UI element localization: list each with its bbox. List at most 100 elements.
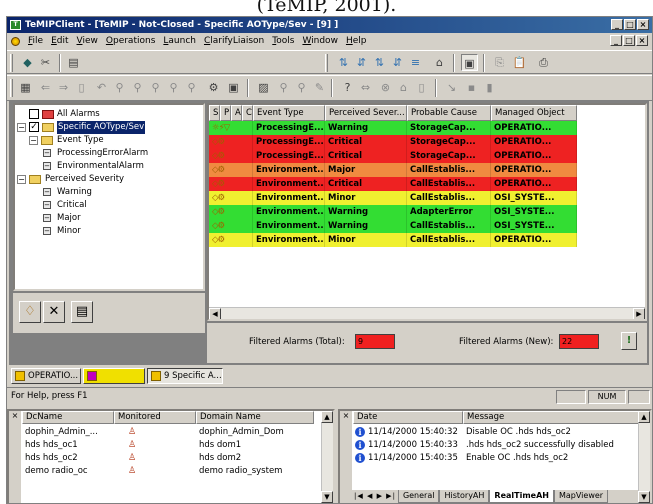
sort-icon-4[interactable]: ⇵: [389, 54, 406, 71]
collapse-icon[interactable]: −: [17, 123, 26, 132]
column-header[interactable]: Message: [463, 411, 639, 424]
alarm-row[interactable]: ◇⚙ Environment... Warning CallEstablis... OS…: [209, 219, 577, 233]
arrow-icon[interactable]: ↘: [443, 79, 460, 96]
scroll-down-icon[interactable]: ▼: [638, 491, 650, 503]
help-icon[interactable]: ?: [339, 79, 356, 96]
sort-icon-3[interactable]: ⇅: [371, 54, 388, 71]
doc-icon[interactable]: ▯: [413, 79, 430, 96]
mdi-minimize-button[interactable]: _: [610, 35, 622, 46]
home-icon[interactable]: ⌂: [395, 79, 412, 96]
scroll-up-icon[interactable]: ▲: [638, 411, 650, 423]
minimize-button[interactable]: _: [611, 19, 623, 30]
collapse-icon[interactable]: −: [17, 175, 26, 184]
image-icon[interactable]: ▨: [255, 79, 272, 96]
column-header[interactable]: Date: [353, 411, 463, 424]
tab-general[interactable]: General: [397, 490, 440, 503]
menu-window[interactable]: Window: [298, 34, 342, 48]
sort-icon-2[interactable]: ⇵: [353, 54, 370, 71]
tool-icon-7[interactable]: ⚲: [293, 79, 310, 96]
undo-icon[interactable]: ↶: [93, 79, 110, 96]
mdi-restore-button[interactable]: □: [623, 35, 635, 46]
menu-clarifyliaison[interactable]: ClarifyLiaison: [200, 34, 268, 48]
log-message-cell[interactable]: .hds hds_oc2 successfully disabled: [466, 439, 638, 452]
left-right-icon[interactable]: ⇔: [357, 79, 374, 96]
scroll-down-icon[interactable]: ▼: [321, 491, 333, 503]
tool-icon-4[interactable]: ⚲: [165, 79, 182, 96]
alarm-row[interactable]: ◇⚙ Environment... Critical CallEstablis... O…: [209, 177, 577, 191]
tree-checkbox[interactable]: [29, 109, 39, 119]
column-header[interactable]: Managed Object: [491, 105, 577, 121]
tool-icon-1[interactable]: ⚲: [111, 79, 128, 96]
menu-tools[interactable]: Tools: [268, 34, 298, 48]
delete-icon[interactable]: ✕: [43, 301, 65, 323]
column-header[interactable]: Probable Cause: [407, 105, 491, 121]
back-arrow-icon[interactable]: ⇐: [37, 79, 54, 96]
menu-operations[interactable]: Operations: [102, 34, 160, 48]
column-header[interactable]: DcName: [22, 411, 114, 424]
vertical-scrollbar[interactable]: ▲ ▼: [321, 411, 333, 503]
vertical-scrollbar[interactable]: ▲ ▼: [638, 411, 650, 503]
alarm-filter-icon[interactable]: ♢: [19, 301, 41, 323]
forward-arrow-icon[interactable]: ⇒: [55, 79, 72, 96]
toolbar-grip[interactable]: [10, 54, 13, 72]
cut-icon[interactable]: ✂: [37, 54, 54, 71]
stop-icon[interactable]: ⊗: [377, 79, 394, 96]
domain-name-cell[interactable]: demo radio_system: [199, 465, 311, 478]
task-highlighted[interactable]: [83, 368, 145, 384]
log-message-cell[interactable]: Enable OC .hds hds_oc2: [466, 452, 638, 465]
task-specific[interactable]: 9 Specific A...: [147, 368, 223, 384]
last-icon[interactable]: ▮: [481, 79, 498, 96]
tool-icon-3[interactable]: ⚲: [147, 79, 164, 96]
tool-icon-2[interactable]: ⚲: [129, 79, 146, 96]
toolbar-grip[interactable]: [325, 54, 328, 72]
domain-name-cell[interactable]: hds dom2: [199, 452, 311, 465]
print-icon[interactable]: ⎙: [535, 54, 552, 71]
tab-historyah[interactable]: HistoryAH: [439, 490, 490, 503]
alarm-row[interactable]: ◇⚙ Environment... Major CallEstablis... OPER…: [209, 163, 577, 177]
window-icon[interactable]: ▣: [461, 54, 478, 71]
tab-mapviewer[interactable]: MapViewer: [554, 490, 609, 503]
save-icon[interactable]: ▪: [463, 79, 480, 96]
column-header[interactable]: P: [220, 105, 231, 121]
sort-icon-1[interactable]: ⇅: [335, 54, 352, 71]
alarm-row[interactable]: ☼⚡▽ ProcessingE... Warning StorageCap... OPE…: [209, 121, 577, 135]
log-date-cell[interactable]: 11/14/2000 15:40:33: [368, 439, 464, 452]
properties-icon[interactable]: ▤: [71, 301, 93, 323]
scroll-right-icon[interactable]: ▶: [633, 308, 645, 319]
column-header[interactable]: Domain Name: [196, 411, 314, 424]
tool-icon-5[interactable]: ⚲: [183, 79, 200, 96]
tool-icon-6[interactable]: ⚲: [275, 79, 292, 96]
dc-name-cell[interactable]: hds hds_oc2: [25, 452, 111, 465]
scroll-left-icon[interactable]: ◀: [209, 308, 221, 319]
copy-icon[interactable]: ⎘: [491, 54, 508, 71]
tree-checkbox[interactable]: ✓: [29, 122, 39, 132]
toolbar-grip[interactable]: [10, 79, 13, 97]
maximize-button[interactable]: □: [624, 19, 636, 30]
log-message-cell[interactable]: Disable OC .hds hds_oc2: [466, 426, 638, 439]
dc-name-cell[interactable]: hds hds_oc1: [25, 439, 111, 452]
filter-icon[interactable]: ≡: [407, 54, 424, 71]
new-icon[interactable]: ▯: [73, 79, 90, 96]
column-header[interactable]: Event Type: [253, 105, 325, 121]
log-date-cell[interactable]: 11/14/2000 15:40:32: [368, 426, 464, 439]
lock-icon[interactable]: ⌂: [431, 54, 448, 71]
menu-file[interactable]: File: [24, 34, 47, 48]
alarm-row[interactable]: ◇⚙ Environment... Minor CallEstablis... OPER…: [209, 233, 577, 247]
mdi-close-button[interactable]: ×: [636, 35, 648, 46]
grid-icon[interactable]: ▦: [17, 79, 34, 96]
column-header[interactable]: Perceived Sever...: [325, 105, 407, 121]
horizontal-scrollbar[interactable]: ◀ ▶: [209, 307, 645, 319]
document-icon[interactable]: [11, 36, 20, 46]
window-icon[interactable]: ▣: [225, 79, 242, 96]
pane-grip[interactable]: ×: [9, 411, 21, 503]
alarm-row[interactable]: ◇⚙ ProcessingE... Critical StorageCap... OPE…: [209, 135, 577, 149]
column-header[interactable]: C: [242, 105, 253, 121]
domain-name-cell[interactable]: dophin_Admin_Dom: [199, 426, 311, 439]
settings-icon[interactable]: ⚙: [205, 79, 222, 96]
tab-nav-arrows[interactable]: |◀ ◀ ▶ ▶|: [352, 490, 398, 502]
domain-name-cell[interactable]: hds dom1: [199, 439, 311, 452]
dc-name-cell[interactable]: dophin_Admin_...: [25, 426, 111, 439]
column-header[interactable]: A: [231, 105, 242, 121]
menu-help[interactable]: Help: [342, 34, 371, 48]
acknowledge-icon[interactable]: !: [621, 332, 637, 350]
